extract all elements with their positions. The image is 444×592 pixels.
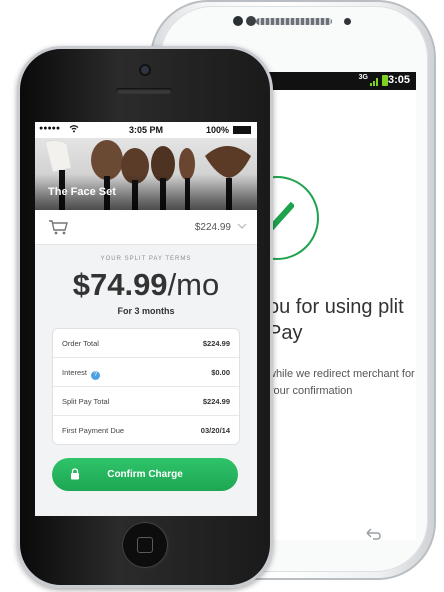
cart-icon [49,220,68,235]
row-value: $224.99 [202,397,230,406]
row-value: $0.00 [211,368,230,377]
term-duration: For 3 months [117,306,175,316]
front-camera-icon [141,66,149,74]
row-value: 03/20/14 [200,426,230,435]
android-screen: 3G 3:05 ou for using plit Pay while we r… [268,72,416,540]
android-status-bar: 3G 3:05 [268,72,416,90]
row-label: Interest? [62,368,101,380]
amount-per-unit: /mo [167,267,220,302]
ios-status-bar: ●●●●● 3:05 PM 100% [35,122,257,138]
front-camera-icon [344,18,351,25]
table-row: Interest? $0.00 [53,358,239,387]
row-label: Order Total [62,339,99,348]
info-icon[interactable]: ? [91,371,101,380]
redirect-message: while we redirect merchant for your conf… [268,368,415,397]
earpiece-speaker [116,88,172,94]
chevron-down-icon[interactable] [237,222,247,230]
table-row: Split Pay Total $224.99 [53,387,239,416]
lock-icon [71,468,79,480]
earpiece-speaker [256,18,332,25]
product-title: The Face Set [48,186,116,198]
split-pay-terms-label: YOUR SPLIT PAY TERMS [100,256,192,262]
android-status-time: 3:05 [387,74,410,86]
battery-percent: 100% [205,125,229,135]
thank-you-message: ou for using plit Pay [268,296,404,344]
iphone-screen: ●●●●● 3:05 PM 100% The Face Set $224.99 … [35,122,257,516]
sensor-icon [246,16,256,26]
row-label: Split Pay Total [62,397,110,406]
camera-icon [233,16,243,26]
order-summary-row[interactable]: $224.99 [35,210,257,245]
interest-label: Interest [62,368,88,377]
back-arrow-icon[interactable] [364,528,382,540]
product-hero-image: The Face Set [35,138,257,210]
table-row: First Payment Due 03/20/14 [53,416,239,444]
home-button-icon [137,537,153,553]
signal-icon [370,78,378,86]
monthly-amount: $74.99/mo [35,267,257,303]
table-row: Order Total $224.99 [53,329,239,358]
row-label: First Payment Due [62,426,125,435]
product-price: $224.99 [194,222,231,233]
payment-summary-table: Order Total $224.99 Interest? $0.00 Spli… [52,328,240,445]
amount-value: $74.99 [72,267,168,302]
battery-icon [233,126,251,134]
network-label: 3G [358,74,368,81]
home-icon[interactable] [282,552,310,560]
row-value: $224.99 [202,339,230,348]
